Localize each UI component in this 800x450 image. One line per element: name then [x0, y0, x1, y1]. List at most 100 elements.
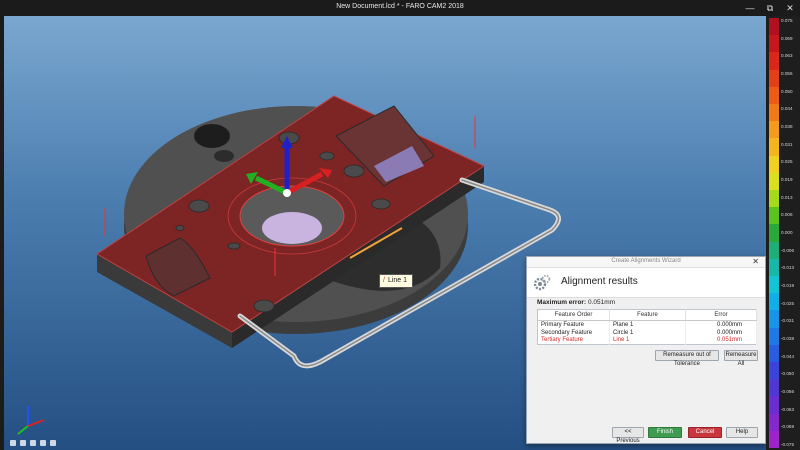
scale-label: -0.069 — [781, 424, 795, 430]
column-header-feature[interactable]: Feature — [609, 309, 686, 321]
cancel-button[interactable]: Cancel — [688, 427, 722, 438]
table-row[interactable]: Primary Feature Plane 1 0.000mm — [537, 320, 757, 329]
scale-color-step — [769, 327, 779, 345]
scale-color-step — [769, 396, 779, 414]
scale-label: -0.075 — [781, 442, 795, 447]
dialog-close-icon[interactable]: ✕ — [752, 257, 759, 266]
scale-label: -0.050 — [781, 371, 795, 377]
feature-cell: Circle 1 — [609, 328, 686, 337]
feature-cell: Line 1 — [609, 336, 686, 345]
window-controls: — ⧉ ✕ — [744, 2, 796, 14]
table-row[interactable]: Secondary Feature Circle 1 0.000mm — [537, 328, 757, 337]
finish-button[interactable]: Finish — [648, 427, 682, 438]
scale-label: -0.019 — [781, 283, 795, 288]
window-title: New Document.lcd * - FARO CAM2 2018 — [336, 3, 464, 10]
feature-cell: Plane 1 — [609, 320, 686, 329]
line-icon: / — [383, 277, 385, 284]
color-scale-labels: 0.075 0.069 0.063 0.056 0.050 0.044 0.038 0.031… — [781, 18, 800, 448]
view-icon[interactable] — [20, 440, 26, 446]
scale-color-step — [769, 276, 779, 294]
alignment-results-table: Feature Order Feature Error Primary Feat… — [537, 309, 757, 345]
scale-label: 0.056 — [781, 71, 793, 76]
gears-icon — [533, 274, 551, 291]
feature-order-cell: Secondary Feature — [537, 328, 610, 337]
dialog-header: Alignment results — [527, 268, 765, 298]
scale-color-step — [769, 52, 779, 70]
error-cell: 0.000mm — [685, 328, 757, 337]
dialog-title: Create Alignments Wizard — [611, 258, 681, 264]
error-cell: 0.051mm — [685, 336, 757, 345]
scale-color-step — [769, 344, 779, 363]
line-callout[interactable]: / Line 1 — [379, 274, 413, 288]
scale-label: -0.006 — [781, 247, 795, 253]
feature-order-cell: Tertiary Feature — [537, 336, 610, 345]
scale-label: -0.044 — [781, 353, 795, 359]
column-header-feature-order[interactable]: Feature Order — [537, 309, 610, 321]
scale-label: 0.075 — [781, 18, 793, 23]
scale-color-step — [769, 172, 779, 191]
scale-color-step — [769, 18, 779, 36]
scale-color-step — [769, 293, 779, 311]
scale-label: -0.038 — [781, 336, 795, 341]
scale-color-step — [769, 224, 779, 242]
close-button[interactable]: ✕ — [784, 2, 796, 14]
orientation-triad-icon — [17, 406, 45, 435]
dialog-titlebar: Create Alignments Wizard ✕ — [527, 257, 765, 268]
axis-origin — [283, 189, 291, 197]
scale-color-step — [769, 104, 779, 122]
scale-color-step — [769, 121, 779, 139]
scale-label: -0.025 — [781, 300, 795, 306]
scale-color-step — [769, 35, 779, 53]
selected-circle-feature — [262, 212, 322, 244]
table-row[interactable]: Tertiary Feature Line 1 0.051mm — [537, 336, 757, 345]
scale-label: -0.056 — [781, 389, 795, 394]
deviation-color-scale: 0.075 0.069 0.063 0.056 0.050 0.044 0.038 0.031… — [766, 16, 800, 450]
view-icon[interactable] — [30, 440, 36, 446]
scale-color-step — [769, 258, 779, 277]
view-icon[interactable] — [50, 440, 56, 446]
scale-label: 0.025 — [781, 159, 793, 165]
scale-color-step — [769, 430, 779, 449]
scale-label: 0.038 — [781, 124, 793, 129]
scale-color-step — [769, 138, 779, 156]
view-icon[interactable] — [40, 440, 46, 446]
scale-color-step — [769, 190, 779, 208]
color-scale-bar — [769, 18, 779, 449]
previous-button[interactable]: << Previous — [612, 427, 644, 444]
minimize-button[interactable]: — — [744, 2, 756, 14]
scale-label: 0.013 — [781, 194, 793, 200]
view-icon[interactable] — [10, 440, 16, 446]
column-header-error[interactable]: Error — [685, 309, 757, 321]
scale-color-step — [769, 362, 779, 380]
scale-label: 0.031 — [781, 141, 793, 147]
scale-color-step — [769, 413, 779, 431]
maximum-error: Maximum error: 0.051mm — [537, 299, 615, 306]
scale-label: 0.069 — [781, 35, 793, 41]
dialog-heading: Alignment results — [561, 276, 638, 287]
viewport-toolbar — [10, 440, 56, 446]
line-callout-text: Line 1 — [387, 277, 408, 284]
scale-color-step — [769, 241, 779, 259]
scale-label: 0.006 — [781, 212, 793, 218]
remeasure-all-button[interactable]: Remeasure All — [724, 350, 758, 367]
base-hole — [194, 124, 230, 148]
scale-color-step — [769, 86, 779, 105]
scale-label: 0.019 — [781, 177, 793, 182]
max-error-value: 0.051mm — [587, 299, 616, 306]
help-button[interactable]: Help — [726, 427, 758, 438]
maximize-button[interactable]: ⧉ — [764, 2, 776, 14]
scale-label: 0.044 — [781, 106, 793, 112]
scale-label: -0.063 — [781, 406, 795, 412]
scale-color-step — [769, 207, 779, 225]
scale-color-step — [769, 379, 779, 397]
scale-label: 0.063 — [781, 53, 793, 59]
scale-label: -0.031 — [781, 318, 795, 324]
scale-color-step — [769, 310, 779, 328]
remeasure-out-of-tolerance-button[interactable]: Remeasure out of Tolerance — [655, 350, 719, 367]
error-cell: 0.000mm — [685, 320, 757, 329]
create-alignments-dialog: Create Alignments Wizard ✕ Alignment res… — [526, 256, 766, 444]
max-error-label: Maximum error: — [537, 299, 587, 306]
feature-order-cell: Primary Feature — [537, 320, 610, 329]
window-titlebar: New Document.lcd * - FARO CAM2 2018 — ⧉ … — [0, 0, 800, 16]
scale-color-step — [769, 69, 779, 87]
